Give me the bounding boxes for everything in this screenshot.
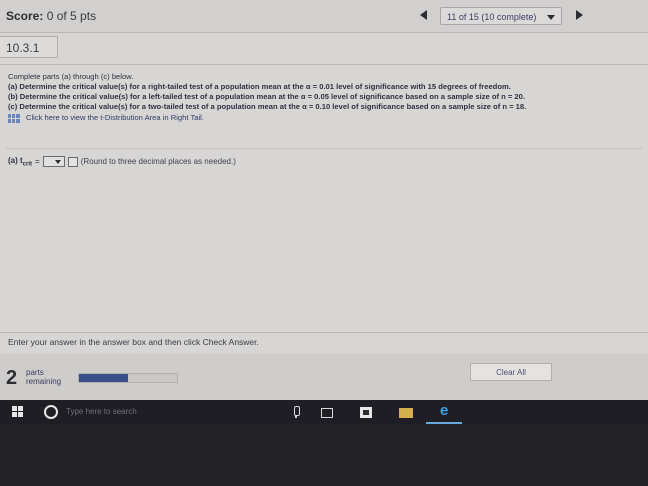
t-distribution-link-text: Click here to view the t-Distribution Ar… xyxy=(26,113,204,122)
microphone-icon[interactable] xyxy=(288,404,304,420)
store-icon[interactable] xyxy=(358,404,374,420)
sign-dropdown[interactable] xyxy=(42,156,65,168)
t-distribution-link[interactable]: Click here to view the t-Distribution Ar… xyxy=(8,113,644,123)
answer-row: (a) tcrit = (Round to three decimal plac… xyxy=(8,156,236,168)
clear-all-button[interactable]: Clear All xyxy=(470,363,552,381)
windows-start-icon[interactable] xyxy=(12,406,24,418)
file-explorer-icon[interactable] xyxy=(398,404,414,420)
rounding-hint: (Round to three decimal places as needed… xyxy=(80,157,236,167)
answer-part-label: (a) tcrit xyxy=(8,156,33,168)
table-icon xyxy=(8,113,20,123)
section-label: 10.3.1 xyxy=(0,36,58,58)
score: Score: 0 of 5 pts xyxy=(6,9,96,23)
divider xyxy=(0,64,648,65)
question-part-b: (b) Determine the critical value(s) for … xyxy=(8,92,525,101)
parts-progress-fill xyxy=(79,374,128,382)
monitor-bezel xyxy=(0,424,648,486)
t-subscript: crit xyxy=(22,161,33,168)
parts-remaining-label: parts remaining xyxy=(26,368,61,386)
divider xyxy=(6,148,642,149)
question-progress-text: 11 of 15 (10 complete) xyxy=(447,12,537,22)
parts-label-line1: parts xyxy=(26,368,44,377)
edge-icon[interactable]: e xyxy=(438,402,454,420)
task-view-icon[interactable] xyxy=(318,404,334,420)
parts-progress-bar xyxy=(78,373,178,383)
chevron-down-icon xyxy=(54,160,61,165)
browser-content: Score: 0 of 5 pts 11 of 15 (10 complete)… xyxy=(0,0,648,400)
parts-remaining-count: 2 xyxy=(6,367,18,389)
previous-question-icon[interactable] xyxy=(420,10,427,20)
equals-sign: = xyxy=(35,157,40,167)
question-part-a: (a) Determine the critical value(s) for … xyxy=(8,82,511,91)
question-text: Complete parts (a) through (c) below. (a… xyxy=(8,72,644,123)
search-icon[interactable] xyxy=(44,405,58,419)
instruction-message: Enter your answer in the answer box and … xyxy=(8,337,259,347)
parts-label-line2: remaining xyxy=(26,377,62,386)
chevron-down-icon xyxy=(547,15,555,20)
score-value: 0 of 5 pts xyxy=(46,9,97,23)
question-intro: Complete parts (a) through (c) below. xyxy=(8,72,134,81)
question-progress-dropdown[interactable]: 11 of 15 (10 complete) xyxy=(440,7,562,25)
taskbar-search-input[interactable]: Type here to search xyxy=(66,407,137,416)
taskbar: Type here to search e xyxy=(0,400,648,424)
divider xyxy=(0,332,648,333)
bottom-panel: 2 parts remaining Clear All xyxy=(0,354,648,400)
top-bar: Score: 0 of 5 pts 11 of 15 (10 complete) xyxy=(0,0,648,33)
next-question-icon[interactable] xyxy=(576,10,583,20)
score-label: Score: xyxy=(6,9,44,23)
answer-input[interactable] xyxy=(67,156,78,167)
question-part-c: (c) Determine the critical value(s) for … xyxy=(8,102,527,111)
